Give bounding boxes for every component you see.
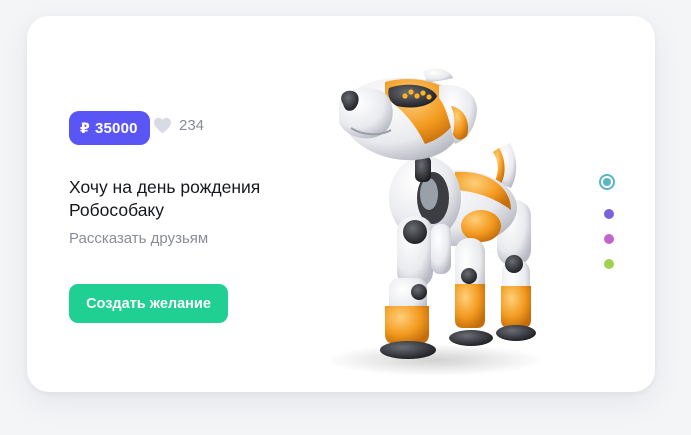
pagination-dot-4[interactable]: [604, 259, 614, 269]
likes[interactable]: 234: [153, 117, 204, 134]
heart-icon: [154, 117, 171, 134]
robot-dog-image: [325, 68, 545, 376]
pagination-dot-2[interactable]: [604, 209, 614, 219]
wish-title: Хочу на день рождения Робособаку: [69, 177, 261, 220]
ruble-icon: ₽: [80, 119, 90, 136]
likes-count: 234: [179, 117, 205, 134]
price-amount: 35000: [94, 119, 138, 137]
pagination-dot-1[interactable]: [599, 174, 615, 190]
create-wish-button[interactable]: Создать желание: [69, 284, 228, 323]
price-badge: ₽ 35000: [69, 111, 150, 145]
pagination-dot-3[interactable]: [604, 234, 614, 244]
wish-card: ₽ 35000 234 Хочу на день рождения Робосо…: [27, 16, 655, 392]
share-link[interactable]: Рассказать друзьям: [69, 230, 208, 247]
